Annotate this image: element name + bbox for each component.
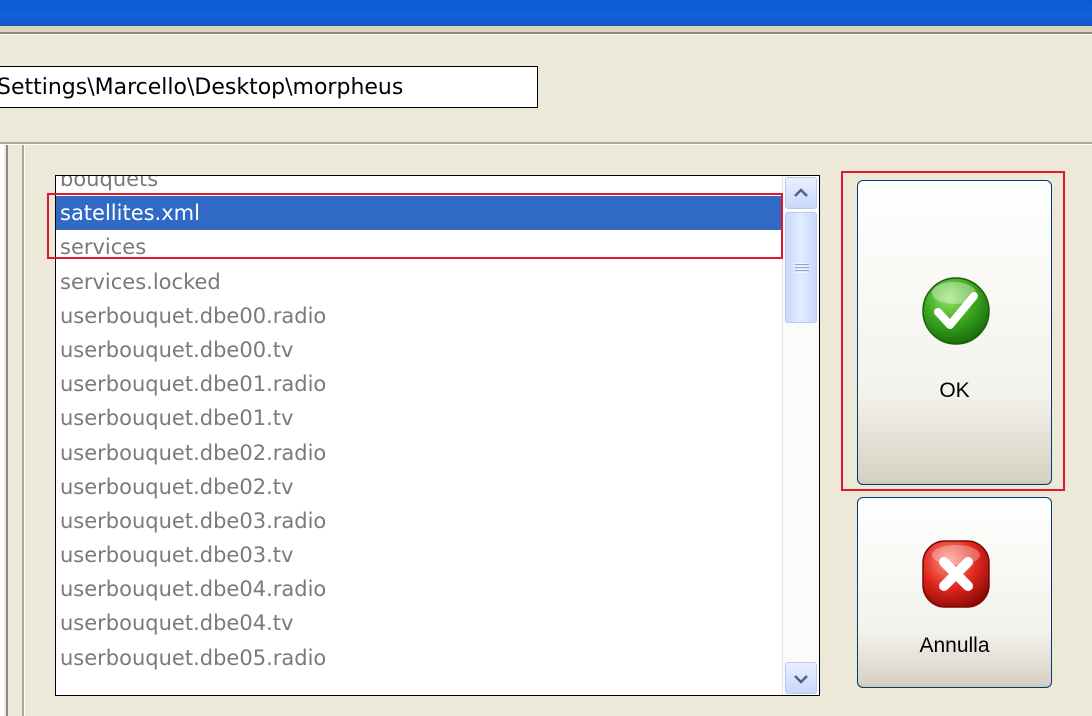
scroll-up-button[interactable]: [785, 177, 817, 209]
window-title-bar[interactable]: [0, 0, 1092, 26]
cancel-button[interactable]: Annulla: [857, 497, 1052, 688]
vertical-scrollbar[interactable]: [782, 176, 819, 695]
list-item[interactable]: userbouquet.dbe05.radio: [56, 641, 783, 675]
list-item[interactable]: userbouquet.dbe01.tv: [56, 401, 783, 435]
chevron-down-icon: [794, 675, 808, 684]
list-item[interactable]: userbouquet.dbe04.radio: [56, 572, 783, 606]
path-field-value: Settings\Marcello\Desktop\morpheus: [0, 75, 404, 100]
scroll-down-button[interactable]: [785, 662, 817, 694]
group-frame-left: [24, 145, 25, 716]
cancel-button-label: Annulla: [919, 634, 990, 657]
scrollbar-thumb[interactable]: [785, 212, 817, 323]
group-frame-left: [0, 145, 4, 716]
chevron-up-icon: [794, 188, 808, 197]
divider: [0, 34, 1092, 35]
list-item[interactable]: services.locked: [56, 265, 783, 299]
highlight-box-ok-button: [841, 171, 1065, 491]
list-item[interactable]: userbouquet.dbe03.radio: [56, 504, 783, 538]
highlight-box-selected-item: [47, 193, 783, 259]
group-frame-left: [6, 145, 8, 716]
list-item[interactable]: userbouquet.dbe00.tv: [56, 333, 783, 367]
list-item[interactable]: userbouquet.dbe04.tv: [56, 606, 783, 640]
list-item[interactable]: userbouquet.dbe01.radio: [56, 367, 783, 401]
list-item[interactable]: userbouquet.dbe02.tv: [56, 470, 783, 504]
group-frame-top-highlight: [0, 144, 1092, 145]
list-item[interactable]: userbouquet.dbe02.radio: [56, 436, 783, 470]
close-icon: [922, 540, 990, 608]
list-item[interactable]: userbouquet.dbe03.tv: [56, 538, 783, 572]
list-item[interactable]: userbouquet.dbe00.radio: [56, 299, 783, 333]
grip-icon: [795, 263, 809, 273]
path-field[interactable]: Settings\Marcello\Desktop\morpheus: [0, 66, 538, 108]
